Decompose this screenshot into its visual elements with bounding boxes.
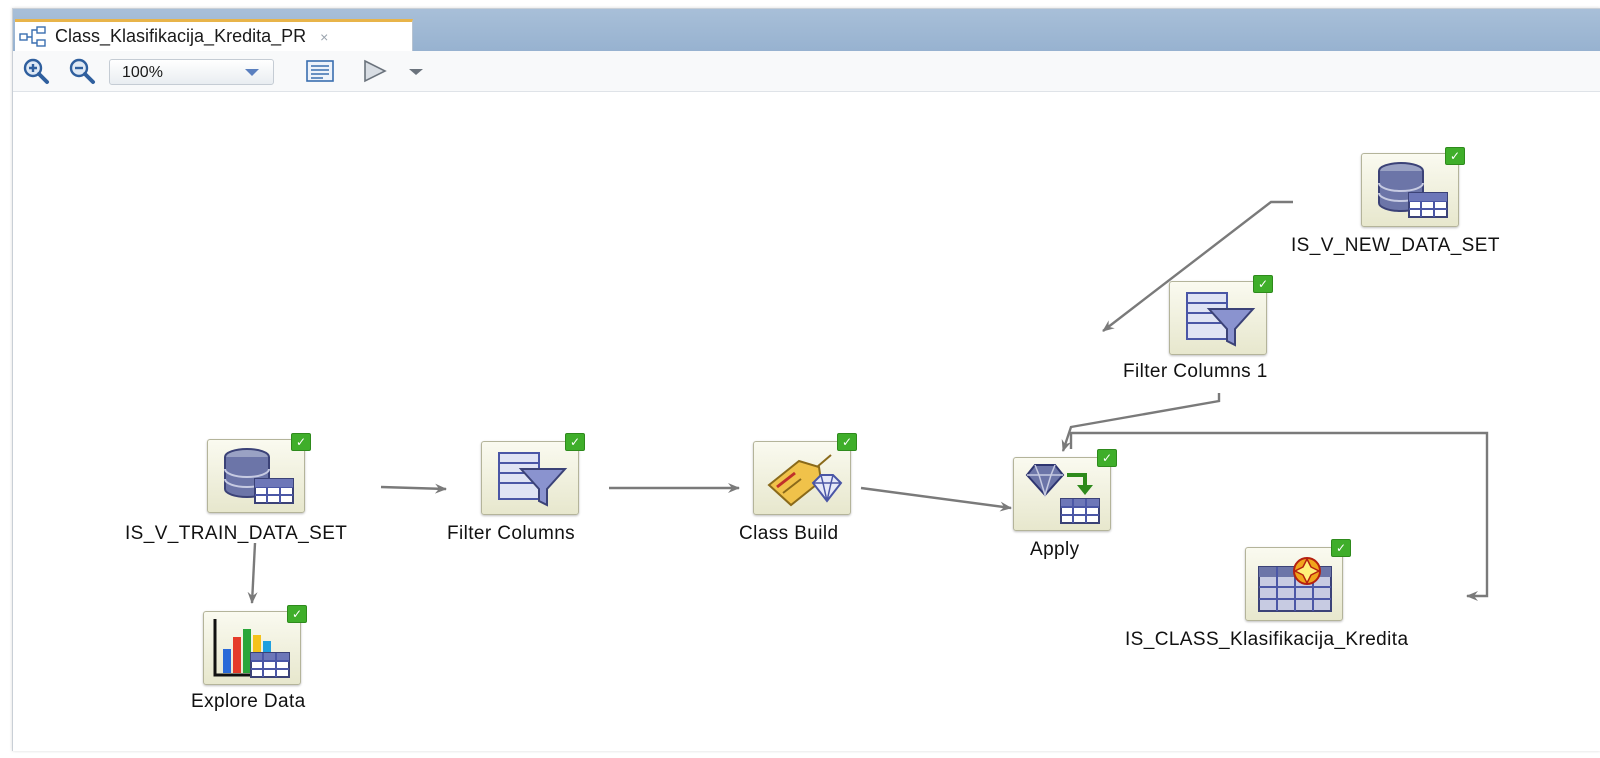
status-check-icon: ✓ xyxy=(1445,147,1465,165)
data-source-icon xyxy=(1378,162,1448,218)
zoom-value: 100% xyxy=(122,64,163,81)
chevron-down-icon xyxy=(245,69,259,76)
toolbar: 100% xyxy=(13,51,1600,92)
node-label: Apply xyxy=(1030,539,1080,560)
filter-icon xyxy=(1186,292,1256,347)
status-check-icon: ✓ xyxy=(1331,539,1351,557)
node-label: Filter Columns xyxy=(447,523,576,544)
status-check-icon: ✓ xyxy=(291,433,311,451)
link-train-filter xyxy=(380,483,447,494)
zoom-in-icon[interactable] xyxy=(21,57,51,85)
status-check-icon: ✓ xyxy=(565,433,585,451)
run-icon[interactable] xyxy=(361,57,391,85)
node-label: Explore Data xyxy=(191,691,306,712)
properties-icon[interactable] xyxy=(305,57,335,85)
data-source-icon xyxy=(224,448,294,504)
zoom-select[interactable]: 100% xyxy=(109,59,274,85)
status-check-icon: ✓ xyxy=(287,605,307,623)
apply-icon xyxy=(1025,464,1100,524)
tab-close-icon[interactable]: × xyxy=(320,29,328,45)
link-filter1-apply xyxy=(1061,393,1221,452)
node-label: IS_V_TRAIN_DATA_SET xyxy=(125,523,348,544)
node-label: IS_V_NEW_DATA_SET xyxy=(1291,235,1500,256)
link-train-explore xyxy=(247,542,258,604)
workflow-icon xyxy=(19,25,46,47)
output-table-icon xyxy=(1258,557,1332,612)
tab-label: Class_Klasifikacija_Kredita_PR xyxy=(55,26,307,46)
link-build-apply xyxy=(860,486,1012,512)
tab-strip: Class_Klasifikacija_Kredita_PR × xyxy=(13,9,1600,51)
node-label: IS_CLASS_Klasifikacija_Kredita xyxy=(1125,629,1409,650)
class-build-icon xyxy=(767,454,843,507)
node-label: Class Build xyxy=(739,523,839,544)
filter-icon xyxy=(498,452,568,507)
tab-workflow[interactable]: Class_Klasifikacija_Kredita_PR × xyxy=(15,19,413,51)
workflow-canvas[interactable]: ✓ IS_V_TRAIN_DATA_SET ✓ Filter Columns ✓… xyxy=(13,91,1600,751)
status-check-icon: ✓ xyxy=(1097,449,1117,467)
status-check-icon: ✓ xyxy=(1253,275,1273,293)
explore-data-icon xyxy=(213,619,290,678)
status-check-icon: ✓ xyxy=(837,433,857,451)
run-dropdown-icon[interactable] xyxy=(405,57,427,85)
node-label: Filter Columns 1 xyxy=(1123,361,1268,382)
zoom-out-icon[interactable] xyxy=(67,57,97,85)
workflow-editor: Class_Klasifikacija_Kredita_PR × 100% ✓ … xyxy=(12,8,1600,751)
